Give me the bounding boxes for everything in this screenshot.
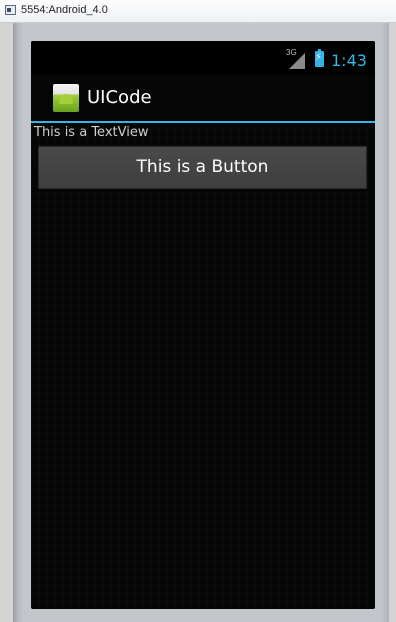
text-view: This is a TextView [34, 125, 149, 140]
status-bar: 3G 1:43 [31, 41, 375, 75]
device-screen: 3G 1:43 UICode This is a TextView This i… [31, 41, 375, 609]
app-title: UICode [87, 87, 152, 108]
android-app-icon[interactable] [53, 84, 79, 112]
battery-charging-icon [315, 49, 324, 67]
main-button[interactable]: This is a Button [38, 146, 367, 189]
window-app-icon [5, 5, 16, 15]
action-bar: UICode [31, 75, 375, 123]
window-title: 5554:Android_4.0 [21, 4, 108, 16]
status-clock: 1:43 [331, 51, 367, 70]
emulator-window: 5554:Android_4.0 3G 1:43 UICode This is … [0, 0, 396, 622]
window-titlebar[interactable]: 5554:Android_4.0 [0, 0, 396, 23]
signal-icon [289, 53, 305, 69]
